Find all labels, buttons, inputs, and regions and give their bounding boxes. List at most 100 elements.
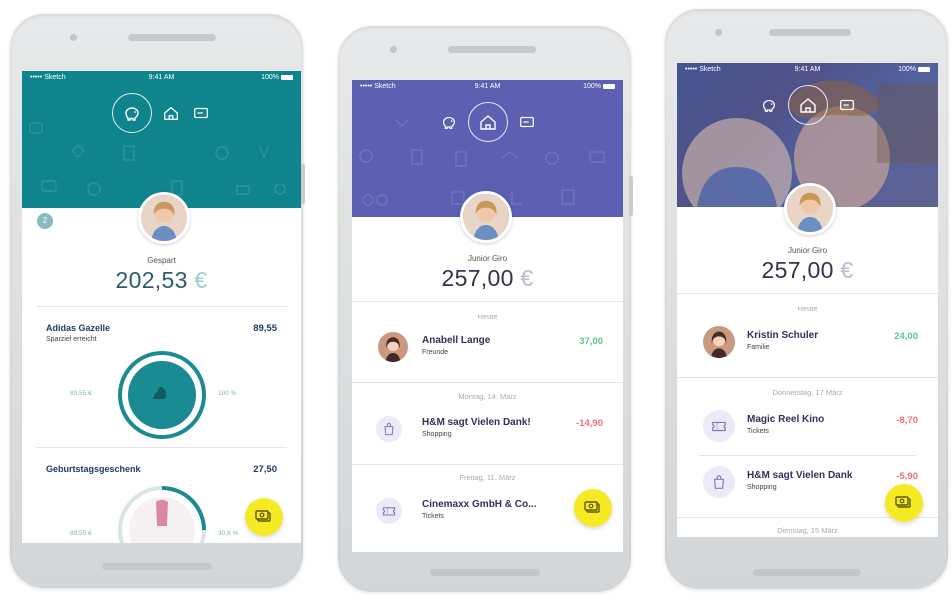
screen-transactions-photo: ••••• Sketch 9:41 AM 100% Junior Giro 25…: [677, 63, 938, 537]
status-bar: ••••• Sketch 9:41 AM 100%: [22, 74, 301, 86]
divider: [677, 377, 938, 378]
main-nav: [352, 102, 623, 142]
camera: [70, 34, 77, 41]
nav-home[interactable]: [467, 102, 508, 142]
divider: [677, 293, 938, 294]
transaction-category: Freunde: [422, 349, 449, 356]
nav-card[interactable]: [836, 94, 858, 116]
transaction-category: Familie: [747, 344, 770, 351]
transaction-amount: -5,90: [896, 471, 918, 482]
speaker: [128, 34, 216, 41]
date-header: Heute: [797, 304, 818, 313]
time-label: 9:41 AM: [148, 74, 175, 81]
transfer-button[interactable]: [885, 484, 923, 522]
battery-indicator: 100%: [261, 74, 293, 81]
card-icon: [838, 96, 856, 114]
badge[interactable]: 2: [37, 213, 53, 229]
battery-icon: [603, 83, 615, 89]
transaction-name: Cinemaxx GmbH & Co...: [422, 499, 537, 510]
screen-savings: ••••• Sketch 9:41 AM 100% 2 Gespart 202,…: [22, 71, 301, 543]
balance-label: Junior Giro: [467, 254, 508, 263]
ticket-glyph: [381, 503, 397, 519]
camera: [390, 46, 397, 53]
speaker: [448, 46, 536, 53]
transaction-row[interactable]: Anabell Lange Freunde 37,00: [352, 328, 623, 368]
transaction-row[interactable]: Kristin Schuler Familie 24,00: [677, 323, 938, 363]
piggy-bank-icon: [122, 103, 142, 123]
goal-amount: 27,50: [253, 464, 277, 475]
divider: [352, 382, 623, 383]
avatar[interactable]: [460, 191, 512, 243]
money-transfer-icon: [583, 498, 603, 518]
home-bar: [102, 563, 212, 570]
transaction-name: Magic Reel Kino: [747, 414, 825, 425]
battery-label: 100%: [261, 74, 279, 81]
status-bar: ••••• Sketch 9:41 AM 100%: [677, 66, 938, 78]
profile-photo: [463, 194, 509, 240]
balance-amount: 257,00 €: [352, 265, 623, 292]
transfer-button[interactable]: [245, 498, 283, 536]
house-icon: [162, 104, 180, 122]
transaction-name: H&M sagt Vielen Dank!: [422, 417, 531, 428]
battery-label: 100%: [898, 66, 916, 73]
transaction-amount: 37,00: [579, 336, 603, 347]
phone-frame-3: ••••• Sketch 9:41 AM 100% Junior Giro 25…: [665, 9, 948, 589]
header: ••••• Sketch 9:41 AM 100%: [22, 71, 301, 208]
nav-card[interactable]: [190, 102, 212, 124]
avatar[interactable]: [138, 192, 190, 244]
divider: [352, 464, 623, 465]
date-header: Freitag, 11. März: [459, 473, 516, 482]
nav-card[interactable]: [516, 111, 538, 133]
nav-savings[interactable]: [111, 93, 152, 133]
profile-photo: [787, 186, 833, 232]
card-icon: [518, 113, 536, 131]
transaction-amount: -8,70: [896, 415, 918, 426]
battery-icon: [918, 66, 930, 72]
phone-frame-1: ••••• Sketch 9:41 AM 100% 2 Gespart 202,…: [10, 14, 305, 588]
battery-label: 100%: [583, 83, 601, 90]
side-button: [629, 176, 633, 216]
shopping-bag-icon: [376, 416, 402, 442]
date-header: Dienstag, 15 März: [777, 526, 838, 535]
nav-savings[interactable]: [438, 111, 460, 133]
currency-symbol: €: [520, 265, 534, 291]
transfer-button[interactable]: [574, 489, 612, 527]
home-bar: [753, 569, 861, 576]
avatar[interactable]: [784, 183, 836, 235]
main-nav: [22, 93, 301, 133]
transaction-category: Shopping: [747, 484, 777, 491]
card-icon: [192, 104, 210, 122]
balance-value: 257,00: [441, 265, 514, 291]
transaction-name: H&M sagt Vielen Dank: [747, 470, 853, 481]
person-avatar: [703, 326, 735, 358]
transaction-row[interactable]: H&M sagt Vielen Dank! Shopping -14,90: [352, 410, 623, 450]
house-icon: [798, 95, 818, 115]
house-icon: [478, 112, 498, 132]
camera: [715, 29, 722, 36]
goal-amount: 89,55: [253, 323, 277, 334]
speaker: [769, 29, 851, 36]
balance-label: Junior Giro: [787, 246, 828, 255]
transaction-name: Kristin Schuler: [747, 330, 819, 341]
date-header: Heute: [477, 312, 498, 321]
nav-home[interactable]: [160, 102, 182, 124]
contact-photo: [378, 332, 408, 362]
ticket-icon: [376, 498, 402, 524]
goal-name: Adidas Gazelle: [46, 323, 111, 333]
transaction-row[interactable]: Magic Reel Kino Tickets -8,70: [677, 407, 938, 447]
battery-icon: [281, 74, 293, 80]
side-button: [301, 164, 305, 204]
goal-saved-value: 89,55 €: [70, 390, 92, 397]
shopping-bag-icon: [703, 466, 735, 498]
goal-progress-ring: [118, 351, 206, 439]
phone-frame-2: ••••• Sketch 9:41 AM 100% Junior Giro 25…: [338, 26, 633, 592]
nav-savings[interactable]: [758, 94, 780, 116]
nav-home[interactable]: [787, 85, 828, 125]
goal-name: Geburtstagsgeschenk: [46, 464, 141, 474]
transaction-category: Tickets: [422, 513, 444, 520]
balance-amount: 257,00 €: [677, 257, 938, 284]
goal-item[interactable]: Adidas Gazelle Sparziel erreicht 89,55 8…: [22, 316, 301, 446]
goal-progress-ring: [118, 486, 206, 543]
currency-symbol: €: [840, 257, 854, 283]
balance-label: Gespart: [147, 256, 176, 265]
